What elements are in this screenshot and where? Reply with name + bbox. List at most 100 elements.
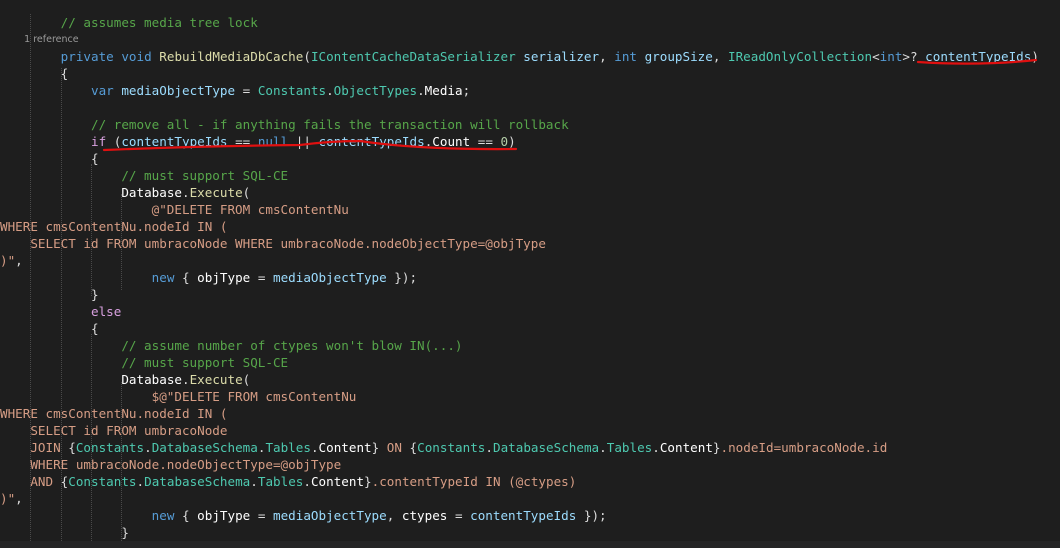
code-token: $@"DELETE FROM cmsContentNu [0, 389, 357, 404]
code-line: new { objType = mediaObjectType }); [0, 269, 417, 286]
code-token: ON [379, 440, 410, 455]
code-token: }); [386, 270, 418, 285]
code-token: mediaObjectType [272, 508, 387, 523]
code-line: { [0, 65, 69, 82]
code-token: AND [0, 474, 61, 489]
code-token: Constants [257, 83, 327, 98]
code-token: // must support SQL-CE [0, 168, 289, 183]
code-token: ( [303, 49, 311, 64]
code-line: // assumes media tree lock [0, 14, 258, 31]
code-token: SELECT id FROM umbracoNode [0, 423, 228, 438]
code-token: var [91, 83, 114, 98]
code-token: // remove all - if anything fails the tr… [0, 117, 569, 132]
code-token: DatabaseSchema [144, 474, 251, 489]
code-editor[interactable]: // assumes media tree lock 1 reference p… [0, 0, 1060, 548]
code-line: // must support SQL-CE [0, 354, 288, 371]
code-line: if (contentTypeIds == null || contentTyp… [0, 133, 516, 150]
code-token: . [303, 474, 311, 489]
code-line: SELECT id FROM umbracoNode [0, 422, 227, 439]
code-token: . [250, 474, 258, 489]
code-token: private [60, 49, 114, 64]
code-line: } [0, 524, 129, 541]
code-token: Execute [189, 185, 243, 200]
code-token: int [614, 49, 637, 64]
code-token: == [227, 134, 258, 149]
code-token: )" [0, 491, 16, 506]
code-line: // must support SQL-CE [0, 167, 288, 184]
code-token: new [151, 270, 175, 285]
code-line: 1 reference [0, 31, 79, 45]
code-token: Database [121, 372, 182, 387]
code-line: JOIN {Constants.DatabaseSchema.Tables.Co… [0, 439, 887, 456]
code-token: Tables [257, 474, 304, 489]
reference-count-label: 1 reference [0, 34, 79, 45]
code-line: Database.Execute( [0, 184, 250, 201]
code-token: )" [0, 253, 16, 268]
code-token: null [257, 134, 289, 149]
code-token: groupSize [644, 49, 713, 64]
code-token: { [68, 440, 76, 455]
code-token: contentTypeIds [318, 134, 425, 149]
code-line: var mediaObjectType = Constants.ObjectTy… [0, 82, 470, 99]
code-line: else [0, 303, 121, 320]
code-token: WHERE cmsContentNu.nodeId IN ( [0, 406, 228, 421]
code-token: Tables [265, 440, 311, 455]
code-token: mediaObjectType [272, 270, 387, 285]
code-line: new { objType = mediaObjectType, ctypes … [0, 507, 607, 524]
code-token: }); [576, 508, 607, 523]
code-token: } [0, 525, 129, 540]
code-token: .contentTypeId IN (@ctypes) [371, 474, 577, 489]
code-token: >? [902, 49, 926, 64]
code-token: Constants [68, 474, 137, 489]
code-token: { [174, 270, 198, 285]
code-token: { [0, 66, 69, 81]
code-token: ( [242, 372, 251, 387]
code-token: WHERE cmsContentNu.nodeId IN ( [0, 219, 228, 234]
code-token: DatabaseSchema [151, 440, 258, 455]
code-token: { [0, 321, 99, 336]
code-token: ctypes [401, 508, 448, 523]
code-token: , [599, 49, 615, 64]
code-token: , [15, 491, 23, 506]
code-token: Database [121, 185, 182, 200]
code-token: , [386, 508, 402, 523]
code-token: Count [432, 134, 471, 149]
code-token: . [310, 440, 319, 455]
code-token: objType [197, 508, 251, 523]
horizontal-scrollbar[interactable] [0, 541, 1060, 548]
code-token: Constants [417, 440, 486, 455]
code-line: } [0, 286, 99, 303]
code-line: Database.Execute( [0, 371, 250, 388]
code-token: = [250, 508, 273, 523]
code-line: @"DELETE FROM cmsContentNu [0, 201, 349, 218]
code-token: . [599, 440, 607, 455]
code-token: . [136, 474, 145, 489]
code-token: // assumes media tree lock [0, 15, 258, 30]
code-token: IReadOnlyCollection [728, 49, 873, 64]
code-token: serializer [523, 49, 600, 64]
code-token: { [0, 151, 99, 166]
code-line: WHERE umbracoNode.nodeObjectType=@objTyp… [0, 456, 341, 473]
code-line: // assume number of ctypes won't blow IN… [0, 337, 462, 354]
code-token: } [712, 440, 721, 455]
code-line: WHERE cmsContentNu.nodeId IN ( [0, 405, 227, 422]
code-token: } [0, 287, 99, 302]
code-token: int [879, 49, 903, 64]
code-token: Execute [189, 372, 243, 387]
code-token: void [121, 49, 152, 64]
code-token: Content [659, 440, 713, 455]
code-token: . [144, 440, 152, 455]
code-token: < [872, 49, 880, 64]
code-token: else [91, 304, 122, 319]
code-token: . [182, 372, 190, 387]
code-token: IContentCacheDataSerializer [310, 49, 516, 64]
code-line: AND {Constants.DatabaseSchema.Tables.Con… [0, 473, 576, 490]
code-token: Content [318, 440, 372, 455]
code-token: contentTypeIds [925, 49, 1032, 64]
